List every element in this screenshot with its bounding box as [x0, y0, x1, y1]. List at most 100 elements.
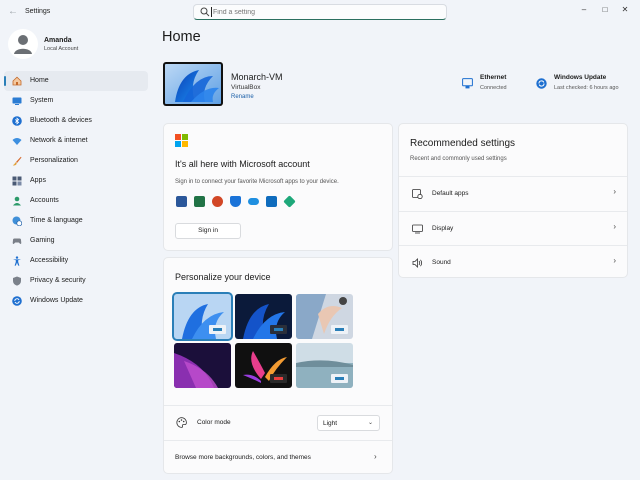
sidebar-item-label: System: [30, 97, 54, 104]
recommended-item-label: Display: [432, 225, 454, 232]
recommended-item-sound[interactable]: Sound ›: [399, 246, 628, 280]
sidebar-item-label: Home: [30, 77, 49, 84]
device-image: [163, 62, 223, 106]
theme-windows-dark[interactable]: [235, 294, 292, 339]
sidebar-item-label: Personalization: [30, 157, 78, 164]
sidebar-item-accounts[interactable]: Accounts: [4, 191, 148, 211]
recommended-title: Recommended settings: [410, 138, 516, 149]
update-icon: [536, 78, 547, 89]
chevron-down-icon: ⌄: [367, 420, 373, 426]
sign-in-button[interactable]: Sign in: [175, 223, 241, 239]
recommended-item-label: Default apps: [432, 190, 469, 197]
sidebar-item-time-language[interactable]: Time & language: [4, 211, 148, 231]
ethernet-sub: Connected: [480, 85, 507, 91]
page-title: Home: [162, 29, 201, 45]
recommended-item-default-apps[interactable]: Default apps ›: [399, 177, 628, 211]
sidebar-item-label: Time & language: [30, 217, 83, 224]
chevron-right-icon: ›: [613, 187, 616, 196]
sidebar-item-bluetooth[interactable]: Bluetooth & devices: [4, 111, 148, 131]
color-mode-dropdown[interactable]: Light ⌄: [317, 415, 380, 431]
search-icon: [200, 7, 210, 17]
sidebar-item-personalization[interactable]: Personalization: [4, 151, 148, 171]
recommended-settings-card: Recommended settings Recent and commonly…: [398, 123, 628, 278]
sidebar-item-gaming[interactable]: Gaming: [4, 231, 148, 251]
user-silhouette-icon: [14, 35, 32, 54]
sidebar-nav: Home System Bluetooth & devices Network …: [4, 71, 150, 311]
ethernet-title: Ethernet: [480, 74, 507, 81]
account-type: Local Account: [44, 46, 79, 52]
display-icon: [412, 224, 423, 234]
update-sub: Last checked: 6 hours ago: [554, 85, 619, 91]
ms-account-text: Sign in to connect your favorite Microso…: [175, 179, 339, 185]
theme-flow[interactable]: [235, 343, 292, 388]
ethernet-icon: [462, 78, 473, 89]
sidebar-item-label: Apps: [30, 177, 46, 184]
default-apps-icon: [412, 189, 423, 199]
theme-sunrise[interactable]: [174, 343, 231, 388]
excel-icon: [194, 196, 205, 207]
accessibility-icon: [13, 256, 21, 266]
update-title: Windows Update: [554, 74, 607, 81]
minimize-icon[interactable]: –: [577, 4, 591, 16]
microsoft-account-card: It's all here with Microsoft account Sig…: [163, 123, 393, 251]
sidebar-item-label: Gaming: [30, 237, 55, 244]
personalize-card: Personalize your device Color mode Light…: [163, 257, 393, 474]
sidebar-item-windows-update[interactable]: Windows Update: [4, 291, 148, 311]
app-title: Settings: [25, 8, 51, 15]
system-icon: [12, 97, 22, 105]
sidebar-item-accessibility[interactable]: Accessibility: [4, 251, 148, 271]
theme-glow[interactable]: [296, 294, 353, 339]
sidebar-item-label: Privacy & security: [30, 277, 86, 284]
sidebar-item-label: Accounts: [30, 197, 59, 204]
bluetooth-icon: [12, 116, 22, 126]
theme-windows-light[interactable]: [172, 292, 233, 341]
chevron-right-icon: ›: [374, 452, 377, 461]
active-indicator: [4, 76, 6, 86]
rename-link[interactable]: Rename: [231, 94, 254, 100]
device-name: Monarch-VM: [231, 72, 283, 82]
accounts-icon: [13, 196, 21, 206]
device-model: VirtualBox: [231, 84, 261, 91]
sidebar-item-home[interactable]: Home: [4, 71, 148, 91]
sidebar-item-label: Bluetooth & devices: [30, 117, 92, 124]
personalize-title: Personalize your device: [175, 272, 271, 282]
sidebar-item-system[interactable]: System: [4, 91, 148, 111]
recommended-subtitle: Recent and commonly used settings: [410, 156, 507, 162]
family-icon: [283, 195, 296, 208]
color-mode-value: Light: [323, 420, 338, 427]
outlook-icon: [266, 196, 277, 207]
sidebar-item-label: Network & internet: [30, 137, 88, 144]
divider: [164, 440, 392, 441]
close-icon[interactable]: ✕: [618, 4, 632, 16]
bloom-wallpaper: [165, 64, 221, 104]
palette-icon: [176, 417, 187, 428]
maximize-icon[interactable]: □: [598, 4, 612, 16]
divider: [164, 405, 392, 406]
back-arrow-icon[interactable]: ←: [6, 5, 20, 19]
gamepad-icon: [12, 238, 22, 244]
sidebar-item-network[interactable]: Network & internet: [4, 131, 148, 151]
update-icon: [12, 296, 22, 306]
sidebar-item-label: Accessibility: [30, 257, 69, 264]
chevron-right-icon: ›: [613, 222, 616, 231]
sidebar-item-privacy-security[interactable]: Privacy & security: [4, 271, 148, 291]
title-bar: ← Settings – □ ✕: [0, 0, 640, 24]
search-input[interactable]: [211, 7, 431, 17]
apps-icon: [12, 176, 22, 186]
sidebar-item-label: Windows Update: [30, 297, 83, 304]
home-icon: [12, 76, 22, 86]
color-mode-label: Color mode: [197, 419, 231, 426]
user-name: Amanda: [44, 37, 72, 44]
chevron-right-icon: ›: [613, 256, 616, 265]
recommended-item-display[interactable]: Display ›: [399, 212, 628, 246]
shield-icon: [13, 276, 21, 286]
recommended-item-label: Sound: [432, 259, 451, 266]
theme-captured-motion[interactable]: [296, 343, 353, 388]
search-box[interactable]: [193, 4, 447, 20]
sidebar-item-apps[interactable]: Apps: [4, 171, 148, 191]
browse-themes-label: Browse more backgrounds, colors, and the…: [175, 454, 311, 461]
globe-clock-icon: [12, 216, 22, 226]
avatar[interactable]: [8, 29, 38, 59]
powerpoint-icon: [212, 196, 223, 207]
sound-icon: [412, 258, 423, 268]
